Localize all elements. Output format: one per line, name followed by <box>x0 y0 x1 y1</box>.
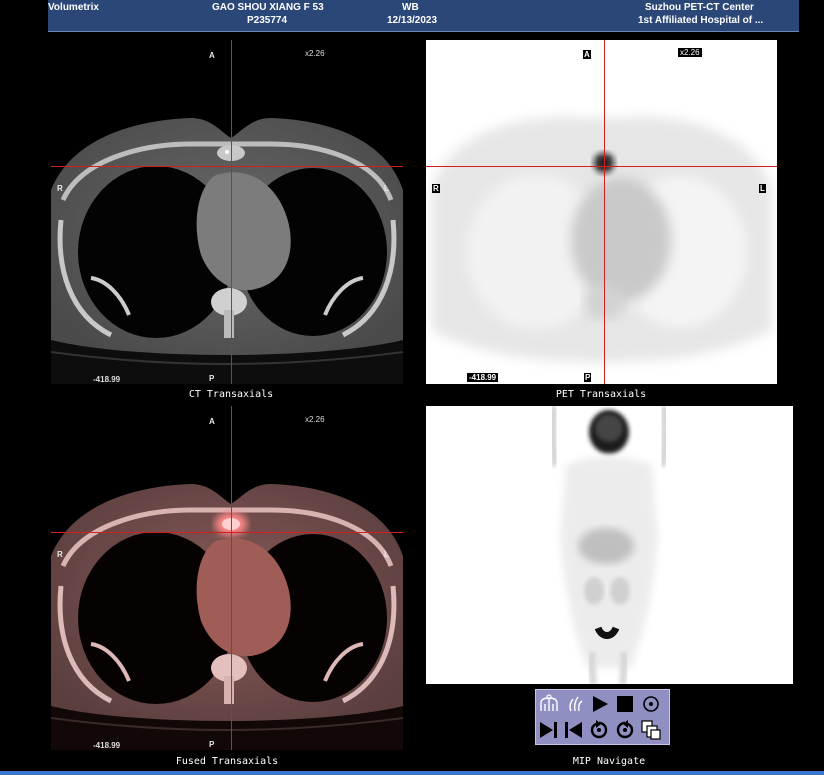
orient-label-posterior: P <box>209 374 215 383</box>
mip-image <box>548 406 670 684</box>
pet-slice-image <box>431 117 772 362</box>
target-circle-icon[interactable] <box>640 693 662 715</box>
orient-label-left: L <box>384 550 389 559</box>
rotate-counterclockwise-icon[interactable] <box>614 719 636 741</box>
orient-label-right: R <box>57 550 63 559</box>
ct-slice-image <box>51 118 403 384</box>
crosshair-horizontal[interactable] <box>51 532 403 533</box>
skip-back-icon[interactable] <box>562 719 584 741</box>
rotate-clockwise-icon[interactable] <box>588 719 610 741</box>
caption-pet-transaxials: PET Transaxials <box>555 389 647 400</box>
orient-label-anterior: A <box>209 417 215 426</box>
fused-slice-image <box>51 484 403 750</box>
crosshair-vertical[interactable] <box>231 406 232 750</box>
crosshair-vertical[interactable] <box>604 40 605 384</box>
fused-transaxial-viewport[interactable]: A P R L x2.26 -418.99 <box>51 406 403 750</box>
app-name: Volumetrix <box>48 2 99 13</box>
zoom-factor: x2.26 <box>678 48 702 57</box>
orient-label-left: L <box>759 184 766 193</box>
orient-label-posterior: P <box>584 373 592 382</box>
caption-mip-navigate: MIP Navigate <box>572 756 646 767</box>
header-bar: Volumetrix GAO SHOU XIANG F 53 P235774 W… <box>48 0 799 32</box>
patient-name: GAO SHOU XIANG F 53 <box>212 2 324 13</box>
orient-label-right: R <box>57 184 63 193</box>
study-type: WB <box>402 2 419 13</box>
stop-icon[interactable] <box>614 693 636 715</box>
hospital-name: 1st Affiliated Hospital of ... <box>638 15 764 26</box>
orient-label-anterior: A <box>583 50 591 59</box>
crosshair-vertical[interactable] <box>231 40 232 384</box>
caption-ct-transaxials: CT Transaxials <box>188 389 274 400</box>
copy-pages-icon[interactable] <box>640 719 662 741</box>
pixel-value-readout: -418.99 <box>93 741 121 750</box>
orient-label-posterior: P <box>209 740 215 749</box>
orient-label-anterior: A <box>209 51 215 60</box>
mip-navigate-viewport[interactable] <box>426 406 793 684</box>
orient-label-left: L <box>384 184 389 193</box>
patient-id: P235774 <box>247 15 288 26</box>
caption-fused-transaxials: Fused Transaxials <box>175 756 279 767</box>
status-bar <box>0 771 824 775</box>
hand-gesture-icon[interactable] <box>565 693 587 715</box>
ct-transaxial-viewport[interactable]: A P R L x2.26 -418.99 <box>51 40 403 384</box>
zoom-factor: x2.26 <box>305 49 325 58</box>
pixel-value-readout: -418.99 <box>93 375 121 384</box>
pixel-value-readout: -418.99 <box>467 373 499 382</box>
play-icon[interactable] <box>589 693 611 715</box>
orient-label-right: R <box>432 184 440 193</box>
study-date: 12/13/2023 <box>387 15 438 26</box>
body-outline-icon[interactable] <box>538 693 560 715</box>
zoom-factor: x2.26 <box>305 415 325 424</box>
center-name: Suzhou PET-CT Center <box>645 2 754 13</box>
crosshair-horizontal[interactable] <box>51 166 403 167</box>
crosshair-horizontal[interactable] <box>426 166 777 167</box>
skip-forward-icon[interactable] <box>538 719 560 741</box>
pet-transaxial-viewport[interactable]: A P R L x2.26 -418.99 <box>426 40 777 384</box>
mip-toolbar <box>535 689 670 745</box>
